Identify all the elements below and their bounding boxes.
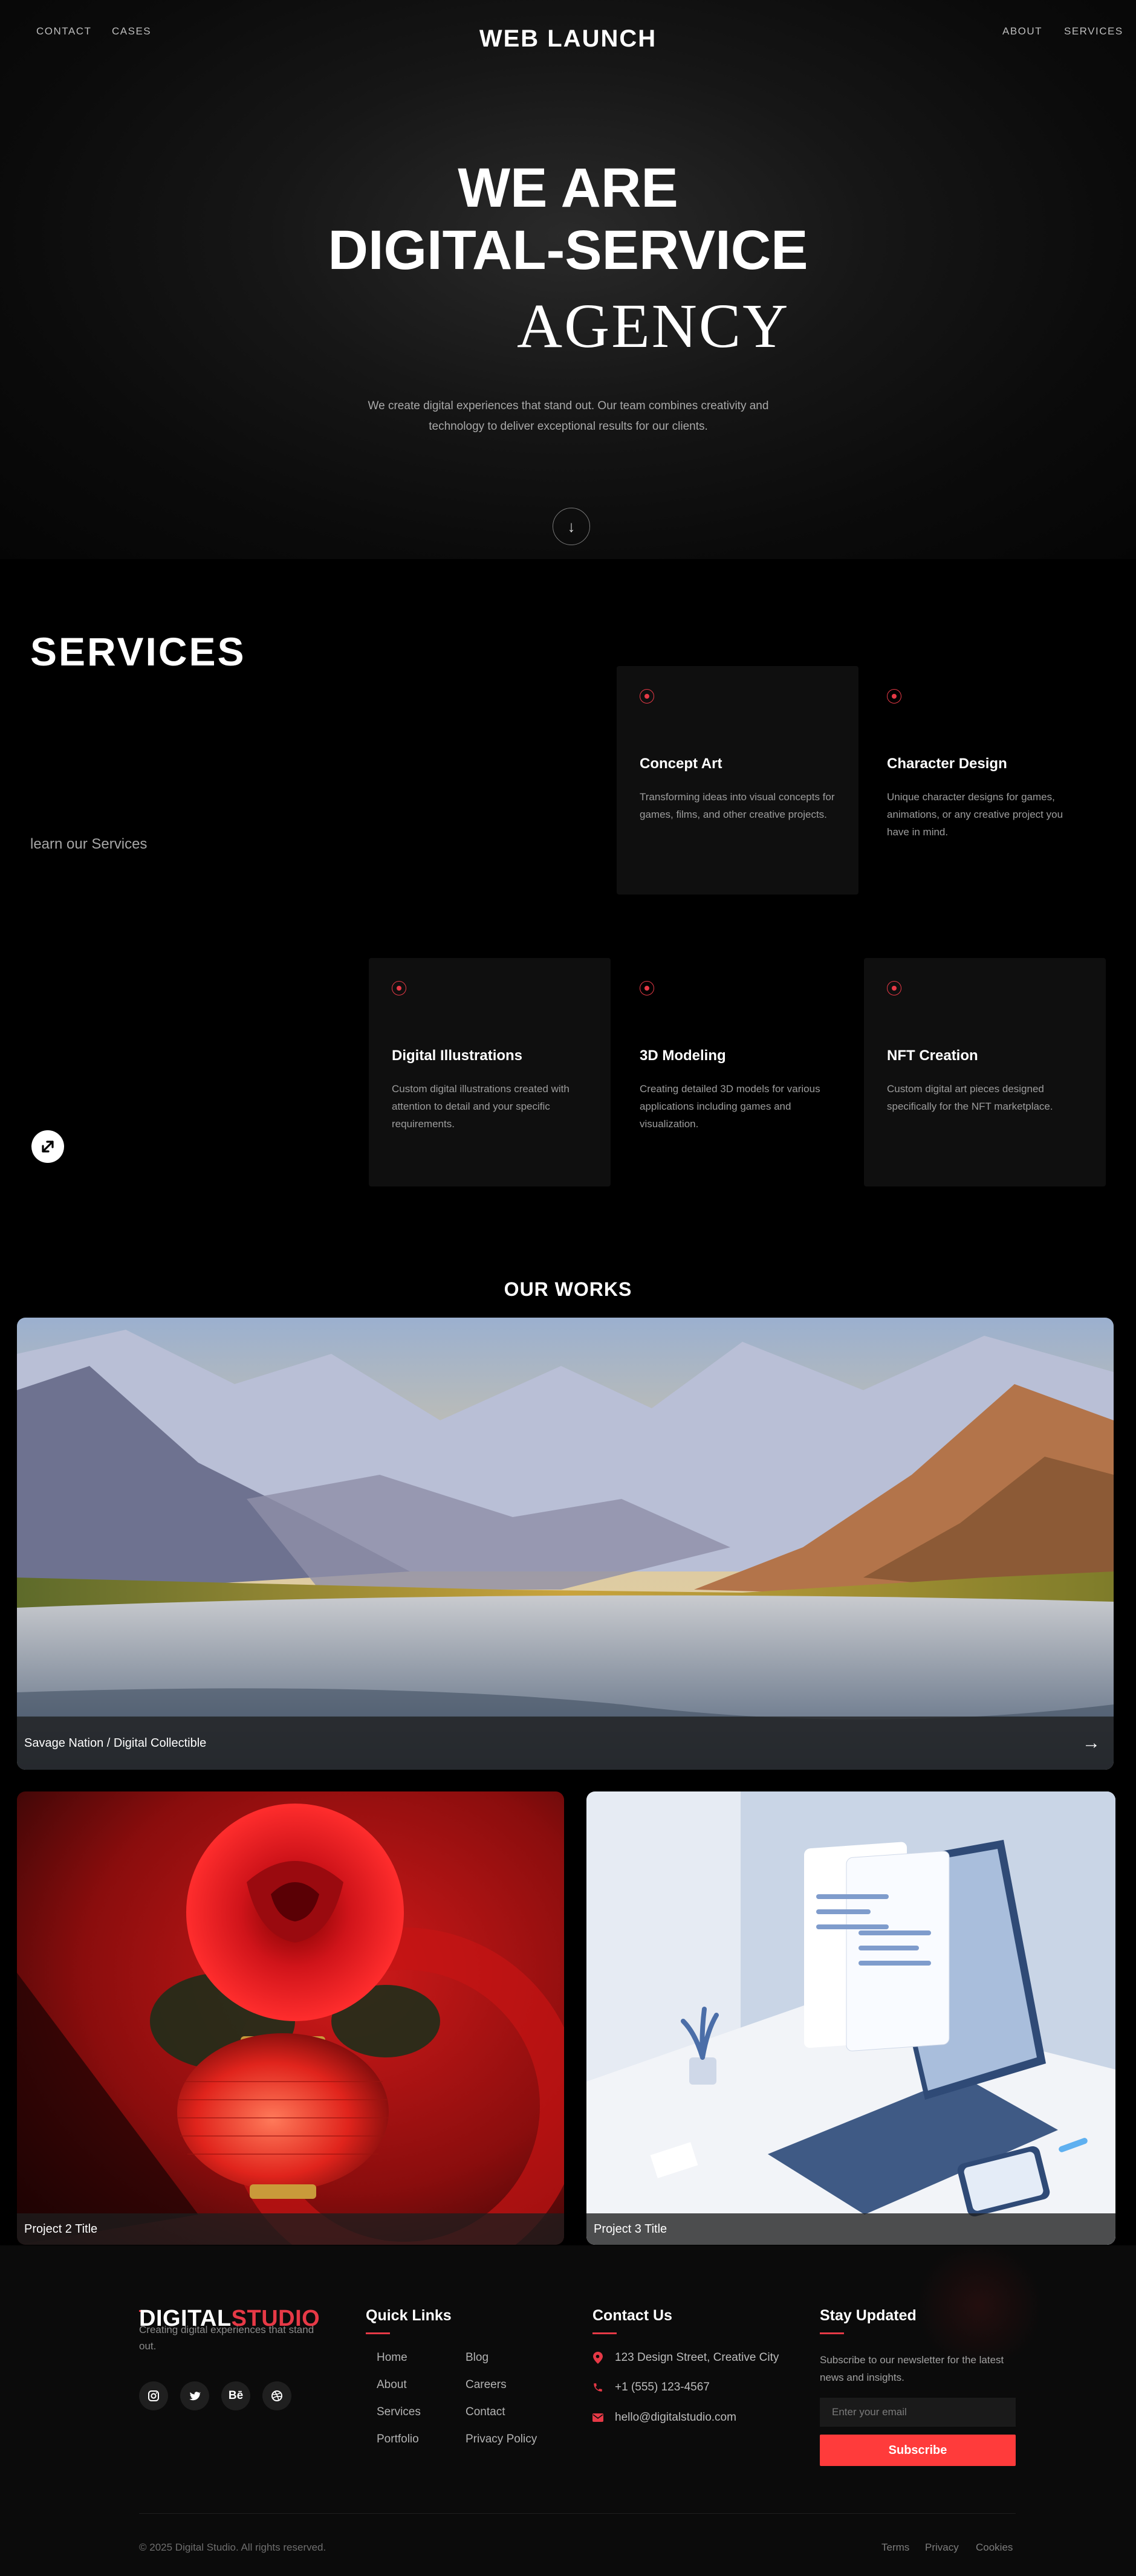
- work-caption: Savage Nation / Digital Collectible: [24, 1736, 207, 1750]
- work-card-savage-nation[interactable]: Savage Nation / Digital Collectible →: [17, 1318, 1114, 1770]
- service-card-digital-illustrations[interactable]: Digital Illustrations Custom digital ill…: [369, 958, 611, 1186]
- heading-underline: [820, 2332, 844, 2334]
- footer-link-portfolio[interactable]: Portfolio: [377, 2433, 419, 2446]
- expand-button[interactable]: [31, 1130, 64, 1163]
- newsletter-title: Stay Updated: [820, 2307, 917, 2324]
- works-title: OUR WORKS: [504, 1278, 632, 1300]
- dribbble-icon: [271, 2390, 282, 2401]
- contact-phone[interactable]: +1 (555) 123-4567: [615, 2381, 710, 2394]
- hero-title-line2: DIGITAL-SERVICE: [328, 219, 808, 281]
- legal-link-cookies[interactable]: Cookies: [976, 2542, 1013, 2554]
- phone-icon: [591, 2381, 605, 2394]
- service-card-title: Concept Art: [640, 756, 722, 772]
- map-pin-icon: [591, 2351, 605, 2364]
- work-caption: Project 3 Title: [594, 2222, 667, 2236]
- instagram-button[interactable]: [139, 2381, 168, 2410]
- behance-icon: Bē: [228, 2389, 244, 2402]
- work-caption: Project 2 Title: [24, 2222, 98, 2236]
- services-subtitle: learn our Services: [30, 836, 148, 852]
- copyright-text: © 2025 Digital Studio. All rights reserv…: [139, 2542, 326, 2553]
- dribbble-button[interactable]: [262, 2381, 291, 2410]
- bullet-dot-icon: [640, 981, 654, 995]
- bullet-dot-icon: [640, 689, 654, 704]
- hero-title-line1: WE ARE: [458, 157, 678, 219]
- twitter-icon: [189, 2392, 201, 2401]
- footer-divider: [139, 2513, 1016, 2514]
- service-card-title: Character Design: [887, 756, 1007, 772]
- service-card-title: NFT Creation: [887, 1047, 978, 1064]
- legal-link-terms[interactable]: Terms: [881, 2542, 909, 2554]
- service-card-description: Custom digital illustrations created wit…: [392, 1083, 570, 1130]
- quick-links-title: Quick Links: [366, 2307, 452, 2324]
- service-card-description: Unique character designs for games, anim…: [887, 791, 1063, 838]
- bullet-dot-icon: [887, 981, 901, 995]
- brand-logo[interactable]: WEB LAUNCH: [0, 25, 1136, 53]
- newsletter-description: Subscribe to our newsletter for the late…: [820, 2354, 1004, 2383]
- footer-link-home[interactable]: Home: [377, 2351, 407, 2364]
- service-card-3d-modeling[interactable]: 3D Modeling Creating detailed 3D models …: [617, 958, 858, 1186]
- arrow-right-icon[interactable]: →: [1082, 1733, 1100, 1753]
- service-card-nft-creation[interactable]: NFT Creation Custom digital art pieces d…: [864, 958, 1106, 1186]
- hero-description: We create digital experiences that stand…: [368, 400, 769, 433]
- work-caption-bar: Savage Nation / Digital Collectible →: [17, 1717, 1114, 1770]
- site-footer: DIGITALSTUDIO Creating digital experienc…: [0, 2245, 1136, 2576]
- work-caption-bar: Project 3 Title: [586, 2213, 1115, 2245]
- hero-title-line3: AGENCY: [517, 291, 790, 361]
- footer-link-privacy-policy[interactable]: Privacy Policy: [466, 2433, 537, 2446]
- footer-link-contact[interactable]: Contact: [466, 2406, 505, 2419]
- footer-link-services[interactable]: Services: [377, 2406, 421, 2419]
- behance-button[interactable]: Bē: [221, 2381, 250, 2410]
- subscribe-button[interactable]: Subscribe: [820, 2435, 1016, 2466]
- work-card-project-2[interactable]: Project 2 Title: [17, 1791, 564, 2245]
- twitter-button[interactable]: [180, 2381, 209, 2410]
- heading-underline: [592, 2332, 617, 2334]
- nav-about-link[interactable]: ABOUT: [1002, 25, 1042, 37]
- hero-section: CONTACT CASES WEB LAUNCH ABOUT SERVICES …: [0, 0, 1136, 559]
- red-rose-lantern-image: [17, 1791, 564, 2245]
- bullet-dot-icon: [887, 689, 901, 704]
- work-card-project-3[interactable]: Project 3 Title: [586, 1791, 1115, 2245]
- service-card-description: Transforming ideas into visual concepts …: [640, 791, 835, 820]
- service-card-description: Custom digital art pieces designed speci…: [887, 1083, 1053, 1112]
- work-caption-bar: Project 2 Title: [17, 2213, 564, 2245]
- service-card-title: 3D Modeling: [640, 1047, 726, 1064]
- scroll-down-button[interactable]: ↓: [553, 508, 590, 545]
- mountain-landscape-image: [17, 1318, 1114, 1770]
- newsletter-email-input[interactable]: [820, 2398, 1016, 2427]
- legal-link-privacy[interactable]: Privacy: [925, 2542, 959, 2554]
- laptop-dashboard-image: [586, 1791, 1115, 2245]
- arrow-down-icon: ↓: [567, 517, 576, 536]
- envelope-icon: [591, 2411, 605, 2424]
- services-title: SERVICES: [30, 629, 246, 674]
- footer-link-blog[interactable]: Blog: [466, 2351, 488, 2364]
- contact-email[interactable]: hello@digitalstudio.com: [615, 2411, 736, 2424]
- bullet-dot-icon: [392, 981, 406, 995]
- service-card-title: Digital Illustrations: [392, 1047, 523, 1064]
- expand-arrows-icon: [42, 1141, 54, 1153]
- footer-tagline: Creating digital experiences that stand …: [139, 2324, 314, 2352]
- instagram-icon: [148, 2390, 159, 2401]
- nav-services-link[interactable]: SERVICES: [1064, 25, 1123, 37]
- service-card-concept-art[interactable]: Concept Art Transforming ideas into visu…: [617, 666, 858, 895]
- service-card-character-design[interactable]: Character Design Unique character design…: [864, 666, 1106, 895]
- footer-link-careers[interactable]: Careers: [466, 2378, 507, 2392]
- heading-underline: [366, 2332, 390, 2334]
- footer-link-about[interactable]: About: [377, 2378, 407, 2392]
- contact-title: Contact Us: [592, 2307, 672, 2324]
- contact-address: 123 Design Street, Creative City: [615, 2351, 779, 2364]
- service-card-description: Creating detailed 3D models for various …: [640, 1083, 820, 1130]
